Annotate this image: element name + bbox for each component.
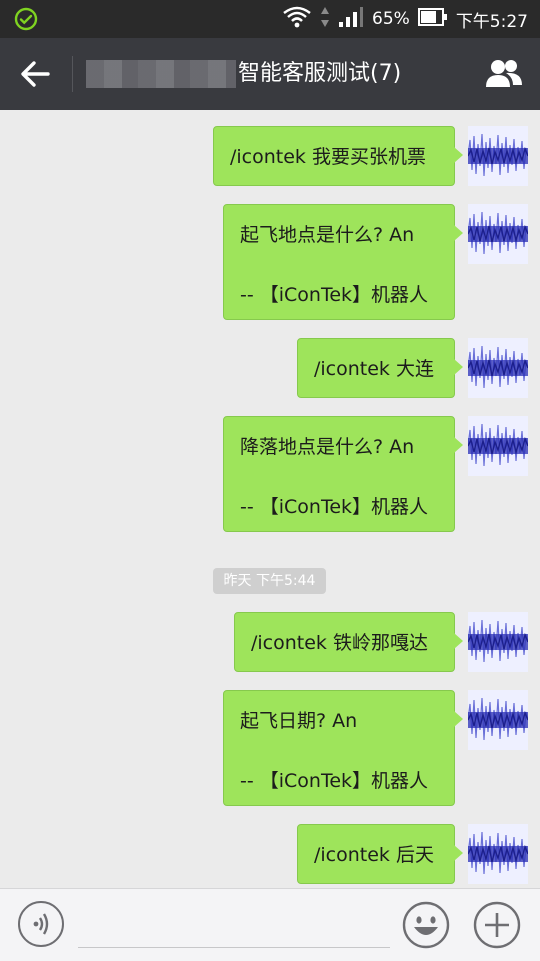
message-text: /icontek 我要买张机票 [230, 146, 426, 168]
voice-icon[interactable] [18, 901, 64, 947]
timestamp: 昨天 下午5:44 [213, 568, 326, 594]
message-row: 起飞地点是什么? An -- 【iConTek】机器人 [0, 204, 540, 322]
battery-percent: 65% [372, 9, 410, 29]
avatar[interactable] [468, 338, 528, 398]
message-bubble[interactable]: /icontek 我要买张机票 [213, 126, 463, 186]
message-text: 起飞日期? An [240, 710, 358, 732]
avatar[interactable] [468, 824, 528, 884]
avatar[interactable] [468, 690, 528, 750]
message-text: /icontek 大连 [314, 358, 434, 380]
group-icon[interactable] [484, 56, 524, 92]
avatar[interactable] [468, 416, 528, 476]
message-text: 起飞地点是什么? An [240, 224, 415, 246]
data-arrows-icon [320, 6, 330, 33]
avatar[interactable] [468, 612, 528, 672]
signal-icon [338, 6, 364, 33]
message-text: /icontek 铁岭那嘎达 [251, 632, 428, 654]
message-row: /icontek 铁岭那嘎达 [0, 612, 540, 674]
chat-title: 智能客服测试(7) [238, 61, 402, 86]
message-row: 降落地点是什么? An -- 【iConTek】机器人 [0, 416, 540, 534]
chat-area[interactable]: /icontek 我要买张机票 起飞地点是什么? An -- 【iConTek】… [0, 110, 540, 888]
input-bar [0, 888, 540, 961]
message-bubble[interactable]: /icontek 大连 [297, 338, 463, 398]
battery-icon [417, 7, 448, 32]
header-divider [72, 56, 73, 92]
message-bubble[interactable]: /icontek 铁岭那嘎达 [234, 612, 463, 672]
message-text: -- 【iConTek】机器人 [240, 284, 429, 306]
message-bubble[interactable]: 起飞地点是什么? An -- 【iConTek】机器人 [223, 204, 463, 320]
message-text: /icontek 后天 [314, 844, 434, 866]
check-circle-icon [14, 7, 38, 35]
message-bubble[interactable]: /icontek 后天 [297, 824, 463, 884]
message-text: -- 【iConTek】机器人 [240, 770, 429, 792]
status-bar: 65% 下午5:27 [0, 0, 540, 38]
wifi-icon [282, 5, 312, 34]
message-row: /icontek 后天 [0, 824, 540, 886]
avatar[interactable] [468, 204, 528, 264]
message-bubble[interactable]: 降落地点是什么? An -- 【iConTek】机器人 [223, 416, 463, 532]
message-text: -- 【iConTek】机器人 [240, 496, 429, 518]
message-row: 起飞日期? An -- 【iConTek】机器人 [0, 690, 540, 808]
emoji-icon[interactable] [402, 901, 450, 949]
message-text: 降落地点是什么? An [240, 436, 415, 458]
message-row: /icontek 大连 [0, 338, 540, 400]
message-row: /icontek 我要买张机票 [0, 126, 540, 188]
message-bubble[interactable]: 起飞日期? An -- 【iConTek】机器人 [223, 690, 463, 806]
chat-header: 智能客服测试(7) [0, 38, 540, 110]
message-input[interactable] [78, 947, 390, 948]
status-time: 下午5:27 [455, 11, 528, 32]
back-arrow-icon[interactable] [18, 58, 54, 90]
plus-icon[interactable] [473, 901, 521, 949]
blurred-name [86, 60, 236, 88]
avatar[interactable] [468, 126, 528, 186]
